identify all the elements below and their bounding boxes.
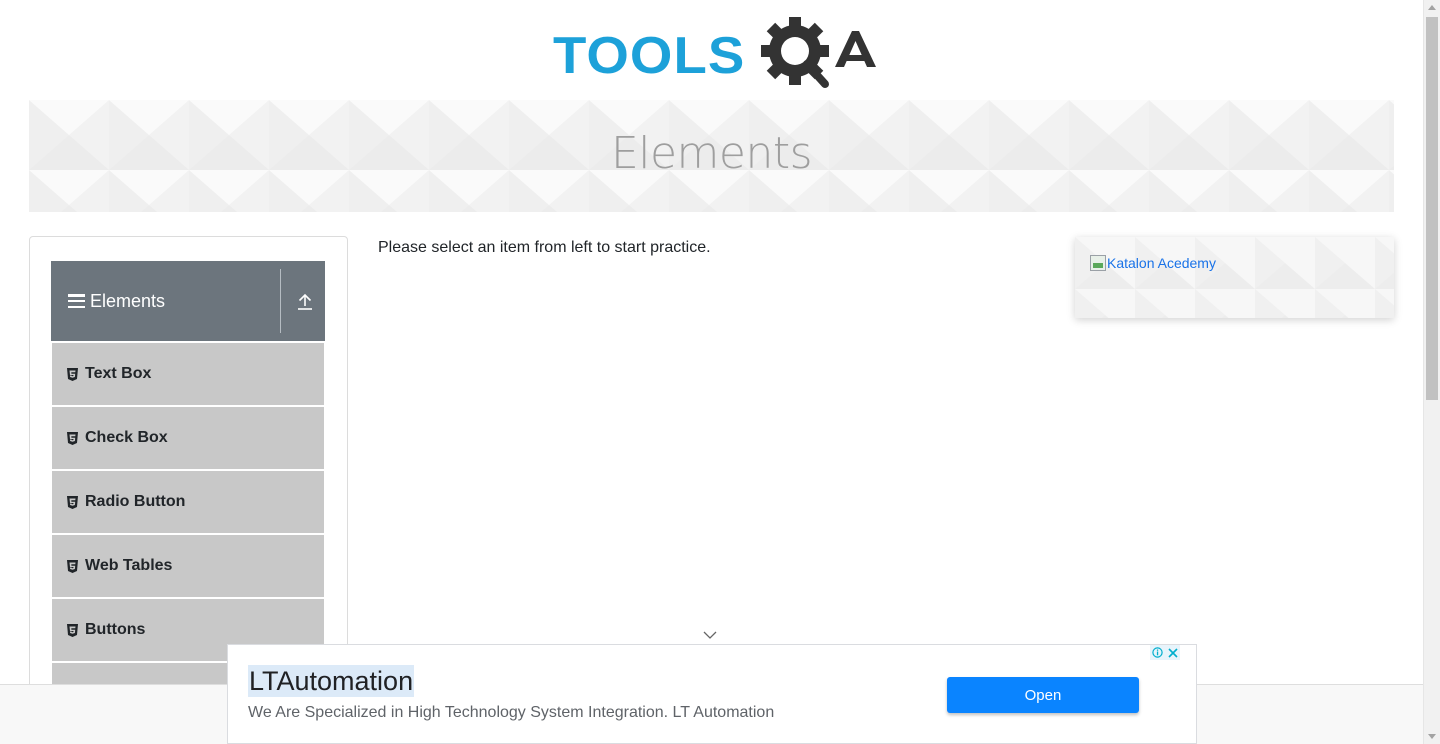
page-title: Elements — [610, 128, 813, 179]
sidebar-group-label: Elements — [90, 290, 166, 311]
html5-icon — [67, 495, 78, 509]
page-scrollbar[interactable] — [1423, 0, 1440, 744]
sidebar-item-label: Buttons — [85, 621, 146, 638]
logo-qa-gear-icon — [761, 17, 876, 88]
sidebar-item-label: Check Box — [85, 429, 168, 446]
scrollbar-thumb[interactable] — [1426, 17, 1438, 400]
side-ad-card[interactable]: Katalon Acedemy — [1075, 237, 1394, 318]
ad-choices — [1150, 645, 1180, 660]
sidebar-item-label: Radio Button — [85, 493, 186, 510]
html5-icon — [67, 623, 78, 637]
sidebar-item-text-box[interactable]: Text Box — [52, 343, 324, 405]
image-alt-text: Katalon Acedemy — [1107, 255, 1216, 271]
bottom-ad-banner[interactable]: LTAutomation We Are Specialized in High … — [227, 644, 1197, 744]
ad-card-pattern — [1075, 237, 1394, 318]
close-icon[interactable] — [1165, 645, 1180, 660]
sidebar-item-radio-button[interactable]: Radio Button — [52, 471, 324, 533]
broken-image-icon — [1090, 255, 1106, 271]
sidebar-item-label: Web Tables — [85, 557, 173, 574]
katalon-academy-image[interactable]: Katalon Acedemy — [1090, 255, 1216, 271]
open-button[interactable]: Open — [947, 677, 1139, 713]
group-header-divider — [280, 269, 281, 333]
sidebar-group-elements[interactable]: Elements — [51, 261, 325, 341]
sidebar-item-web-tables[interactable]: Web Tables — [52, 535, 324, 597]
sidebar-item-check-box[interactable]: Check Box — [52, 407, 324, 469]
scroll-down-arrow-icon[interactable] — [1428, 734, 1436, 739]
toolsqa-logo[interactable]: TOOLS QA — [551, 14, 877, 90]
html5-icon — [67, 367, 78, 381]
info-icon[interactable] — [1150, 645, 1165, 660]
html5-icon — [67, 431, 78, 445]
chevron-down-icon[interactable] — [703, 630, 717, 640]
page-banner: Elements — [29, 100, 1394, 212]
logo-tools-text: TOOLS — [553, 27, 746, 85]
hamburger-icon — [68, 294, 85, 308]
scroll-up-arrow-icon[interactable] — [1428, 5, 1436, 10]
ad-title[interactable]: LTAutomation — [248, 665, 415, 697]
ad-description: We Are Specialized in High Technology Sy… — [248, 704, 775, 721]
sidebar-item-label: Text Box — [85, 365, 152, 382]
html5-icon — [67, 559, 78, 573]
upload-arrow-icon[interactable] — [295, 292, 315, 312]
sidebar-panel: Elements Text Box Check Box Radio Button… — [29, 236, 348, 706]
practice-instruction: Please select an item from left to start… — [378, 239, 711, 256]
